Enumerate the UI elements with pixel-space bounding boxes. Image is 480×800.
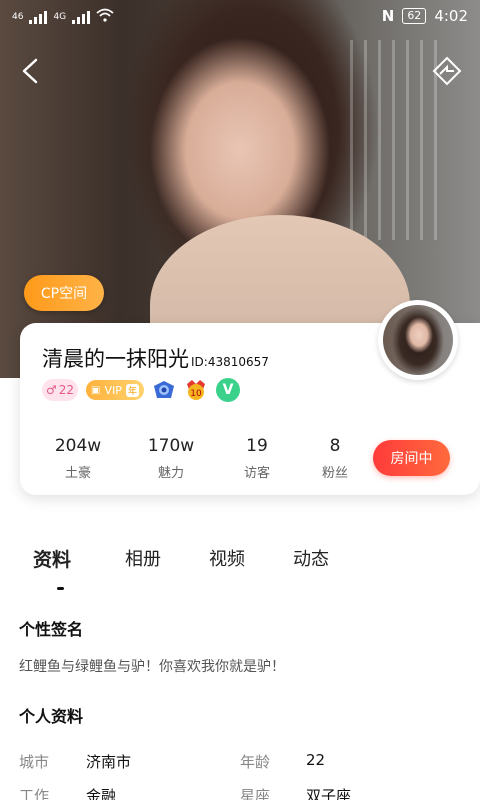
signature-text: 红鲤鱼与绿鲤鱼与驴！你喜欢我你就是驴！	[19, 659, 285, 675]
badge-row: ♂ 22 ▣ VIP 年 10 V	[42, 378, 240, 402]
signature-title: 个性签名	[19, 620, 84, 639]
city-value: 济南市	[86, 753, 132, 771]
signal-icon-2	[72, 10, 91, 24]
tab-video[interactable]: 视频	[209, 545, 245, 571]
cp-space-button[interactable]: CP空间	[24, 275, 104, 311]
in-room-button[interactable]: 房间中	[373, 440, 450, 476]
tab-moments[interactable]: 动态	[293, 545, 329, 571]
stat-charm[interactable]: 170w 魅力	[131, 436, 211, 481]
rank-emblem-icon[interactable]	[152, 378, 176, 402]
nickname: 清晨的一抹阳光	[42, 347, 189, 371]
vip-badge[interactable]: ▣ VIP 年	[86, 380, 144, 400]
age-label: 年龄	[240, 753, 271, 771]
stat-tuhao[interactable]: 204w 土豪	[38, 436, 118, 481]
city-label: 城市	[19, 753, 50, 771]
battery-icon: 62	[402, 8, 427, 24]
nfc-icon: N	[381, 7, 395, 25]
level-medal-icon[interactable]: 10	[184, 378, 208, 402]
profile-tabs: 资料 相册 视频 动态	[0, 545, 480, 595]
personal-info-title: 个人资料	[19, 707, 84, 726]
stats-row: 204w 土豪 170w 魅力 19 访客 8 粉丝	[40, 436, 360, 486]
stat-visitors[interactable]: 19 访客	[217, 436, 297, 481]
zodiac-value: 双子座	[306, 787, 352, 800]
stat-fans[interactable]: 8 粉丝	[295, 436, 375, 481]
wallet-icon: ▣	[91, 384, 101, 396]
svg-text:10: 10	[190, 389, 202, 399]
tab-album[interactable]: 相册	[125, 545, 161, 571]
verified-badge[interactable]: V	[216, 378, 240, 402]
wifi-icon	[96, 8, 114, 26]
key-icon: ♂	[45, 383, 57, 397]
sim2-label: 4G	[53, 12, 67, 22]
signal-icon	[29, 10, 48, 24]
tab-profile[interactable]: 资料	[33, 545, 71, 572]
background-grille	[350, 40, 440, 240]
avatar[interactable]	[378, 300, 458, 380]
zodiac-label: 星座	[240, 787, 271, 800]
fans-level-badge[interactable]: ♂ 22	[42, 379, 78, 401]
age-value: 22	[306, 751, 326, 769]
chevron-left-icon[interactable]	[14, 54, 48, 88]
name-row: 清晨的一抹阳光 ID:43810657	[42, 343, 269, 373]
job-value: 金融	[86, 787, 117, 800]
tab-indicator	[57, 587, 64, 590]
share-icon[interactable]	[430, 54, 464, 88]
job-label: 工作	[19, 787, 50, 800]
sim1-label: 46	[12, 12, 24, 22]
clock: 4:02	[434, 7, 468, 25]
user-id: ID:43810657	[191, 355, 269, 369]
status-bar: 46 4G N 62 4:02	[0, 0, 480, 34]
